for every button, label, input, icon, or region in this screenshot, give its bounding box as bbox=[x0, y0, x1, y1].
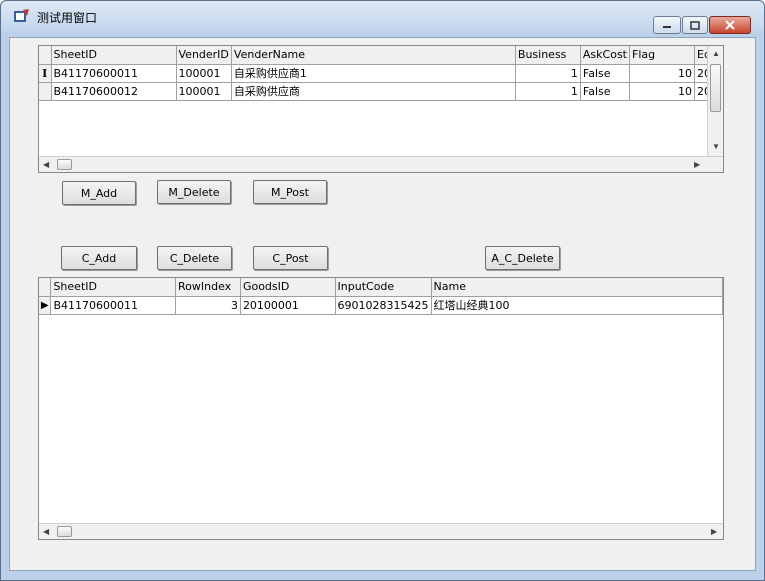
cell-askcost[interactable]: False bbox=[580, 82, 631, 101]
scroll-down-icon[interactable]: ▼ bbox=[712, 142, 720, 151]
column-header[interactable]: RowIndex bbox=[175, 278, 241, 297]
cell-askcost[interactable]: False bbox=[580, 64, 631, 83]
detail-grid[interactable]: SheetID RowIndex GoodsID InputCode Name … bbox=[38, 277, 724, 540]
row-indicator: I bbox=[39, 64, 52, 83]
table-row[interactable]: ▶ B41170600011 3 20100001 6901028315425 … bbox=[39, 296, 723, 315]
cell-inputcode[interactable]: 6901028315425 bbox=[335, 296, 432, 315]
table-row[interactable]: B41170600012 100001 自采购供应商 1 False 10 20… bbox=[39, 82, 722, 101]
cell-venderid[interactable]: 100001 bbox=[176, 82, 232, 101]
cell-vendername[interactable]: 自采购供应商1 bbox=[231, 64, 516, 83]
cell-business[interactable]: 1 bbox=[515, 82, 581, 101]
column-header[interactable]: Business bbox=[515, 46, 581, 65]
cell-sheetid[interactable]: B41170600012 bbox=[51, 82, 177, 101]
header-indicator bbox=[39, 46, 52, 65]
minimize-icon bbox=[663, 26, 671, 28]
master-horizontal-scrollbar[interactable]: ◀ ▶ bbox=[39, 156, 723, 172]
maximize-button[interactable] bbox=[682, 16, 708, 34]
master-vertical-scrollbar[interactable]: ▲ ▼ bbox=[707, 46, 723, 156]
column-header[interactable]: SheetID bbox=[50, 278, 177, 297]
scroll-right-icon[interactable]: ▶ bbox=[711, 527, 717, 536]
title-bar[interactable]: 测试用窗口 bbox=[1, 1, 764, 34]
scroll-thumb[interactable] bbox=[710, 64, 721, 112]
column-header[interactable]: Flag bbox=[629, 46, 695, 65]
scroll-thumb[interactable] bbox=[57, 159, 72, 170]
row-indicator: ▶ bbox=[39, 296, 52, 315]
close-icon bbox=[725, 20, 735, 30]
column-header[interactable]: AskCost bbox=[580, 46, 631, 65]
cell-vendername[interactable]: 自采购供应商 bbox=[231, 82, 516, 101]
column-header[interactable]: VenderName bbox=[231, 46, 516, 65]
maximize-icon bbox=[690, 20, 700, 30]
column-header[interactable]: InputCode bbox=[335, 278, 432, 297]
scroll-left-icon[interactable]: ◀ bbox=[43, 160, 49, 169]
cell-sheetid[interactable]: B41170600011 bbox=[51, 64, 177, 83]
client-area: SheetID VenderID VenderName Business Ask… bbox=[9, 37, 756, 571]
app-icon bbox=[14, 9, 29, 22]
header-indicator bbox=[39, 278, 52, 297]
row-indicator bbox=[39, 82, 52, 101]
close-button[interactable] bbox=[709, 16, 751, 34]
detail-header-row: SheetID RowIndex GoodsID InputCode Name bbox=[39, 278, 723, 297]
cell-sheetid[interactable]: B41170600011 bbox=[50, 296, 177, 315]
column-header[interactable]: GoodsID bbox=[240, 278, 336, 297]
m-post-button[interactable]: M_Post bbox=[253, 180, 327, 204]
cell-name[interactable]: 红塔山经典100 bbox=[431, 296, 723, 315]
master-table: SheetID VenderID VenderName Business Ask… bbox=[39, 46, 722, 101]
detail-table: SheetID RowIndex GoodsID InputCode Name … bbox=[39, 278, 723, 315]
column-header[interactable]: SheetID bbox=[51, 46, 177, 65]
scroll-right-icon[interactable]: ▶ bbox=[694, 160, 700, 169]
column-header[interactable]: VenderID bbox=[176, 46, 232, 65]
c-post-button[interactable]: C_Post bbox=[253, 246, 328, 270]
cell-business[interactable]: 1 bbox=[515, 64, 581, 83]
cell-goodsid[interactable]: 20100001 bbox=[240, 296, 336, 315]
cell-flag[interactable]: 10 bbox=[629, 82, 695, 101]
minimize-button[interactable] bbox=[653, 16, 681, 34]
cell-rowindex[interactable]: 3 bbox=[175, 296, 241, 315]
c-delete-button[interactable]: C_Delete bbox=[157, 246, 232, 270]
scroll-thumb[interactable] bbox=[57, 526, 72, 537]
column-header[interactable]: Name bbox=[431, 278, 723, 297]
window-title: 测试用窗口 bbox=[37, 11, 98, 25]
master-grid[interactable]: SheetID VenderID VenderName Business Ask… bbox=[38, 45, 724, 173]
table-row[interactable]: I B41170600011 100001 自采购供应商1 1 False 10… bbox=[39, 64, 722, 83]
a-c-delete-button[interactable]: A_C_Delete bbox=[485, 246, 560, 270]
scroll-left-icon[interactable]: ◀ bbox=[43, 527, 49, 536]
m-delete-button[interactable]: M_Delete bbox=[157, 180, 231, 204]
main-window: 测试用窗口 SheetID VenderID VenderName Busine… bbox=[0, 0, 765, 581]
detail-horizontal-scrollbar[interactable]: ◀ ▶ bbox=[39, 523, 723, 539]
cell-venderid[interactable]: 100001 bbox=[176, 64, 232, 83]
scroll-up-icon[interactable]: ▲ bbox=[712, 49, 720, 58]
c-add-button[interactable]: C_Add bbox=[61, 246, 137, 270]
m-add-button[interactable]: M_Add bbox=[62, 181, 136, 205]
master-header-row: SheetID VenderID VenderName Business Ask… bbox=[39, 46, 722, 65]
cell-flag[interactable]: 10 bbox=[629, 64, 695, 83]
